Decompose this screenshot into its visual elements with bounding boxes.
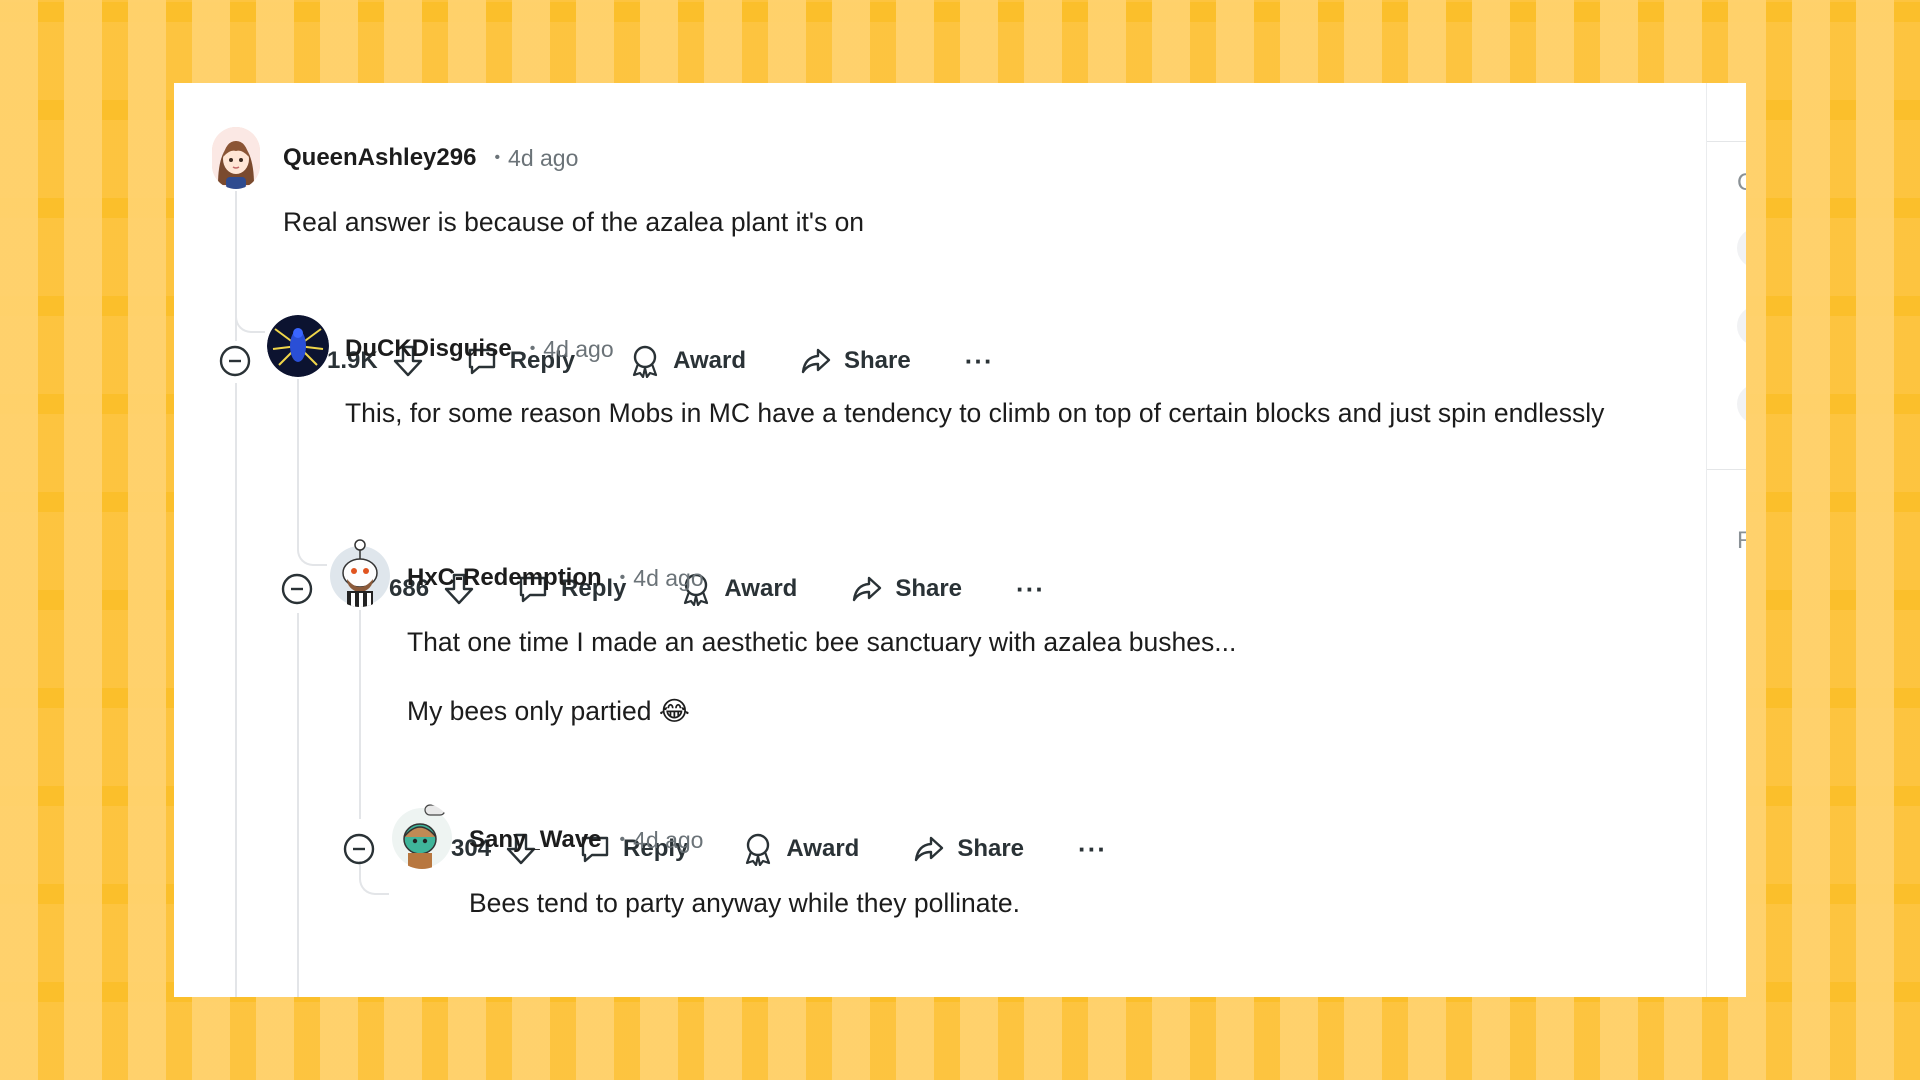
meta-separator: • bbox=[494, 149, 501, 166]
meta-separator: • bbox=[619, 569, 626, 586]
thread-line[interactable] bbox=[297, 379, 299, 533]
comment-author[interactable]: HxC-Redemption bbox=[407, 564, 602, 592]
thread-line[interactable] bbox=[235, 383, 237, 997]
collapse-button[interactable] bbox=[343, 833, 375, 865]
comment-timestamp[interactable]: 4d ago bbox=[633, 565, 703, 592]
award-button[interactable]: Award bbox=[742, 832, 859, 866]
comment-body: This, for some reason Mobs in MC have a … bbox=[345, 398, 1605, 428]
comment-thread-card: C R QueenAshley296 • 4d ago Real answer … bbox=[174, 83, 1746, 997]
comment-actions: 304 Reply Award Share ··· bbox=[343, 829, 1107, 869]
sidebar-divider bbox=[1707, 469, 1746, 470]
award-ribbon-icon bbox=[632, 345, 658, 378]
collapse-icon bbox=[219, 345, 251, 377]
more-options-button[interactable]: ··· bbox=[1078, 834, 1107, 865]
sidebar-divider bbox=[1707, 141, 1746, 142]
sidebar-panel: C R bbox=[1706, 83, 1746, 997]
user-avatar[interactable] bbox=[391, 803, 453, 869]
comment-meta: DuCKDisguise • 4d ago bbox=[345, 335, 614, 363]
comment-timestamp[interactable]: 4d ago bbox=[508, 145, 578, 172]
award-label: Award bbox=[724, 575, 798, 602]
share-arrow-icon bbox=[801, 348, 831, 374]
comment-author[interactable]: DuCKDisguise bbox=[345, 335, 512, 363]
sidebar-avatar-placeholder[interactable] bbox=[1737, 228, 1746, 268]
award-label: Award bbox=[786, 835, 860, 862]
award-ribbon-icon bbox=[746, 833, 771, 866]
award-label: Award bbox=[673, 347, 746, 374]
sidebar-avatar-placeholder[interactable] bbox=[1737, 384, 1746, 424]
comment-meta: QueenAshley296 • 4d ago bbox=[283, 144, 578, 172]
award-button[interactable]: Award bbox=[629, 344, 746, 378]
comment-meta: Sany_Wave • 4d ago bbox=[469, 826, 703, 854]
meta-separator: • bbox=[529, 340, 536, 357]
share-arrow-icon bbox=[915, 836, 944, 862]
comment-timestamp[interactable]: 4d ago bbox=[543, 336, 613, 363]
user-avatar[interactable] bbox=[267, 315, 329, 377]
collapse-icon bbox=[343, 833, 375, 865]
share-arrow-icon bbox=[853, 576, 882, 602]
more-options-button[interactable]: ··· bbox=[1016, 574, 1045, 605]
collapse-button[interactable] bbox=[219, 345, 251, 377]
comment-body-line: That one time I made an aesthetic bee sa… bbox=[407, 627, 1237, 657]
comment-timestamp[interactable]: 4d ago bbox=[633, 827, 703, 854]
share-button[interactable]: Share bbox=[913, 833, 1024, 865]
user-avatar[interactable] bbox=[329, 539, 391, 607]
thread-line[interactable] bbox=[297, 613, 299, 997]
more-options-button[interactable]: ··· bbox=[965, 346, 994, 377]
collapse-button[interactable] bbox=[281, 573, 313, 605]
comment-body: Real answer is because of the azalea pla… bbox=[283, 207, 865, 237]
collapse-icon bbox=[281, 573, 313, 605]
sidebar-heading-letter: R bbox=[1737, 527, 1746, 554]
sidebar-avatar-placeholder[interactable] bbox=[1737, 306, 1746, 346]
user-avatar[interactable] bbox=[212, 127, 260, 189]
share-label: Share bbox=[957, 835, 1025, 862]
comment-body: Bees tend to party anyway while they pol… bbox=[469, 888, 1020, 918]
share-button[interactable]: Share bbox=[851, 573, 962, 605]
comment-body-line: My bees only partied 😂 bbox=[407, 696, 690, 726]
share-button[interactable]: Share bbox=[800, 345, 911, 377]
share-label: Share bbox=[895, 575, 963, 602]
meta-separator: • bbox=[619, 831, 626, 848]
comment-author[interactable]: Sany_Wave bbox=[469, 826, 602, 854]
sidebar-heading-letter: C bbox=[1737, 169, 1746, 196]
comment-meta: HxC-Redemption • 4d ago bbox=[407, 564, 704, 592]
thread-connector bbox=[235, 305, 265, 333]
thread-connector bbox=[297, 533, 327, 566]
thread-line[interactable] bbox=[359, 610, 361, 819]
share-label: Share bbox=[843, 347, 911, 374]
comment-author[interactable]: QueenAshley296 bbox=[283, 144, 476, 172]
